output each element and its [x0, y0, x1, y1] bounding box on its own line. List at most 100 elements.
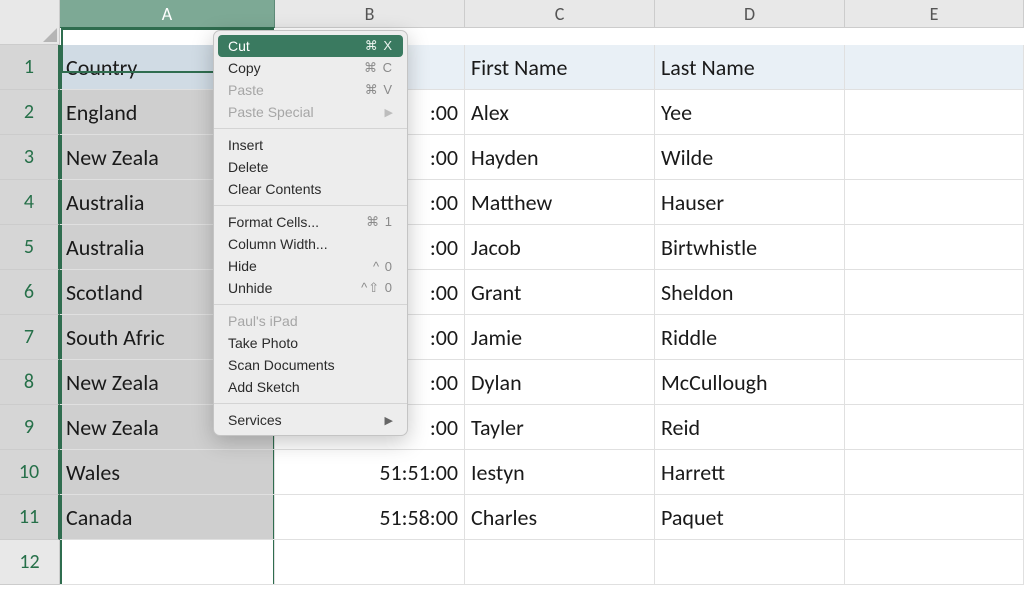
- cell-E3[interactable]: [845, 135, 1024, 180]
- row-header-7[interactable]: 7: [0, 315, 60, 360]
- cell-E11[interactable]: [845, 495, 1024, 540]
- cell-C6[interactable]: Grant: [465, 270, 655, 315]
- menu-item-label: Paul's iPad: [228, 313, 393, 329]
- menu-item-label: Clear Contents: [228, 181, 393, 197]
- menu-item-label: Copy: [228, 60, 364, 76]
- cell-D5[interactable]: Birtwhistle: [655, 225, 845, 270]
- row-header-9[interactable]: 9: [0, 405, 60, 450]
- select-all-triangle-icon: [43, 28, 57, 42]
- cell-A12[interactable]: [60, 540, 275, 585]
- cell-B11[interactable]: 51:58:00: [275, 495, 465, 540]
- cell-C10[interactable]: Iestyn: [465, 450, 655, 495]
- column-header-C[interactable]: C: [465, 0, 655, 28]
- cell-E5[interactable]: [845, 225, 1024, 270]
- cell-C11[interactable]: Charles: [465, 495, 655, 540]
- menu-separator: [214, 403, 407, 404]
- cell-C9[interactable]: Tayler: [465, 405, 655, 450]
- menu-item-label: Scan Documents: [228, 357, 393, 373]
- row-header-8[interactable]: 8: [0, 360, 60, 405]
- menu-item-services[interactable]: Services▶: [214, 409, 407, 431]
- menu-item-scan-documents[interactable]: Scan Documents: [214, 354, 407, 376]
- cell-D4[interactable]: Hauser: [655, 180, 845, 225]
- menu-item-shortcut: ⌘ C: [364, 60, 393, 76]
- column-header-E[interactable]: E: [845, 0, 1024, 28]
- cell-D6[interactable]: Sheldon: [655, 270, 845, 315]
- cell-E4[interactable]: [845, 180, 1024, 225]
- row-header-1[interactable]: 1: [0, 45, 60, 90]
- cell-E9[interactable]: [845, 405, 1024, 450]
- column-header-B[interactable]: B: [275, 0, 465, 28]
- cell-D2[interactable]: Yee: [655, 90, 845, 135]
- cell-B12[interactable]: [275, 540, 465, 585]
- menu-item-shortcut: ⌘ X: [365, 38, 393, 54]
- menu-item-column-width[interactable]: Column Width...: [214, 233, 407, 255]
- cell-C4[interactable]: Matthew: [465, 180, 655, 225]
- menu-item-delete[interactable]: Delete: [214, 156, 407, 178]
- cell-D11[interactable]: Paquet: [655, 495, 845, 540]
- menu-item-label: Cut: [228, 38, 365, 54]
- cell-E2[interactable]: [845, 90, 1024, 135]
- cell-D7[interactable]: Riddle: [655, 315, 845, 360]
- cell-E10[interactable]: [845, 450, 1024, 495]
- cell-C5[interactable]: Jacob: [465, 225, 655, 270]
- cell-A11[interactable]: Canada: [60, 495, 275, 540]
- cell-D9[interactable]: Reid: [655, 405, 845, 450]
- cell-D10[interactable]: Harrett: [655, 450, 845, 495]
- row-header-2[interactable]: 2: [0, 90, 60, 135]
- menu-item-clear-contents[interactable]: Clear Contents: [214, 178, 407, 200]
- menu-separator: [214, 128, 407, 129]
- menu-item-label: Add Sketch: [228, 379, 393, 395]
- cell-E8[interactable]: [845, 360, 1024, 405]
- row-header-10[interactable]: 10: [0, 450, 60, 495]
- row-header-12[interactable]: 12: [0, 540, 60, 585]
- menu-item-label: Paste Special: [228, 104, 385, 120]
- cell-D12[interactable]: [655, 540, 845, 585]
- menu-item-hide[interactable]: Hide^ 0: [214, 255, 407, 277]
- cell-C12[interactable]: [465, 540, 655, 585]
- row-header-5[interactable]: 5: [0, 225, 60, 270]
- column-header-A[interactable]: A: [60, 0, 275, 28]
- cell-C1[interactable]: First Name: [465, 45, 655, 90]
- submenu-arrow-icon: ▶: [385, 414, 393, 427]
- row-header-6[interactable]: 6: [0, 270, 60, 315]
- menu-item-label: Column Width...: [228, 236, 393, 252]
- menu-item-label: Take Photo: [228, 335, 393, 351]
- menu-item-paste-special: Paste Special▶: [214, 101, 407, 123]
- spreadsheet-grid[interactable]: A B C D E 1 Country First Name Last Name…: [0, 0, 1024, 585]
- cell-E1[interactable]: [845, 45, 1024, 90]
- menu-separator: [214, 205, 407, 206]
- menu-item-label: Hide: [228, 258, 373, 274]
- row-header-11[interactable]: 11: [0, 495, 60, 540]
- menu-item-take-photo[interactable]: Take Photo: [214, 332, 407, 354]
- menu-item-copy[interactable]: Copy⌘ C: [214, 57, 407, 79]
- menu-item-unhide[interactable]: Unhide^⇧ 0: [214, 277, 407, 299]
- cell-C7[interactable]: Jamie: [465, 315, 655, 360]
- cell-E6[interactable]: [845, 270, 1024, 315]
- cell-D3[interactable]: Wilde: [655, 135, 845, 180]
- menu-item-format-cells[interactable]: Format Cells...⌘ 1: [214, 211, 407, 233]
- menu-item-cut[interactable]: Cut⌘ X: [218, 35, 403, 57]
- cell-C3[interactable]: Hayden: [465, 135, 655, 180]
- menu-separator: [214, 304, 407, 305]
- row-header-3[interactable]: 3: [0, 135, 60, 180]
- submenu-arrow-icon: ▶: [385, 106, 393, 119]
- row-header-4[interactable]: 4: [0, 180, 60, 225]
- menu-item-label: Services: [228, 412, 385, 428]
- menu-item-label: Insert: [228, 137, 393, 153]
- column-header-D[interactable]: D: [655, 0, 845, 28]
- cell-D8[interactable]: McCullough: [655, 360, 845, 405]
- menu-item-paul-s-ipad: Paul's iPad: [214, 310, 407, 332]
- cell-C8[interactable]: Dylan: [465, 360, 655, 405]
- select-all-corner[interactable]: [0, 0, 60, 45]
- menu-item-shortcut: ^⇧ 0: [361, 280, 393, 296]
- menu-item-shortcut: ⌘ 1: [366, 214, 393, 230]
- menu-item-insert[interactable]: Insert: [214, 134, 407, 156]
- cell-B10[interactable]: 51:51:00: [275, 450, 465, 495]
- cell-E12[interactable]: [845, 540, 1024, 585]
- cell-E7[interactable]: [845, 315, 1024, 360]
- cell-C2[interactable]: Alex: [465, 90, 655, 135]
- cell-D1[interactable]: Last Name: [655, 45, 845, 90]
- menu-item-add-sketch[interactable]: Add Sketch: [214, 376, 407, 398]
- context-menu[interactable]: Cut⌘ XCopy⌘ CPaste⌘ VPaste Special▶Inser…: [213, 30, 408, 436]
- cell-A10[interactable]: Wales: [60, 450, 275, 495]
